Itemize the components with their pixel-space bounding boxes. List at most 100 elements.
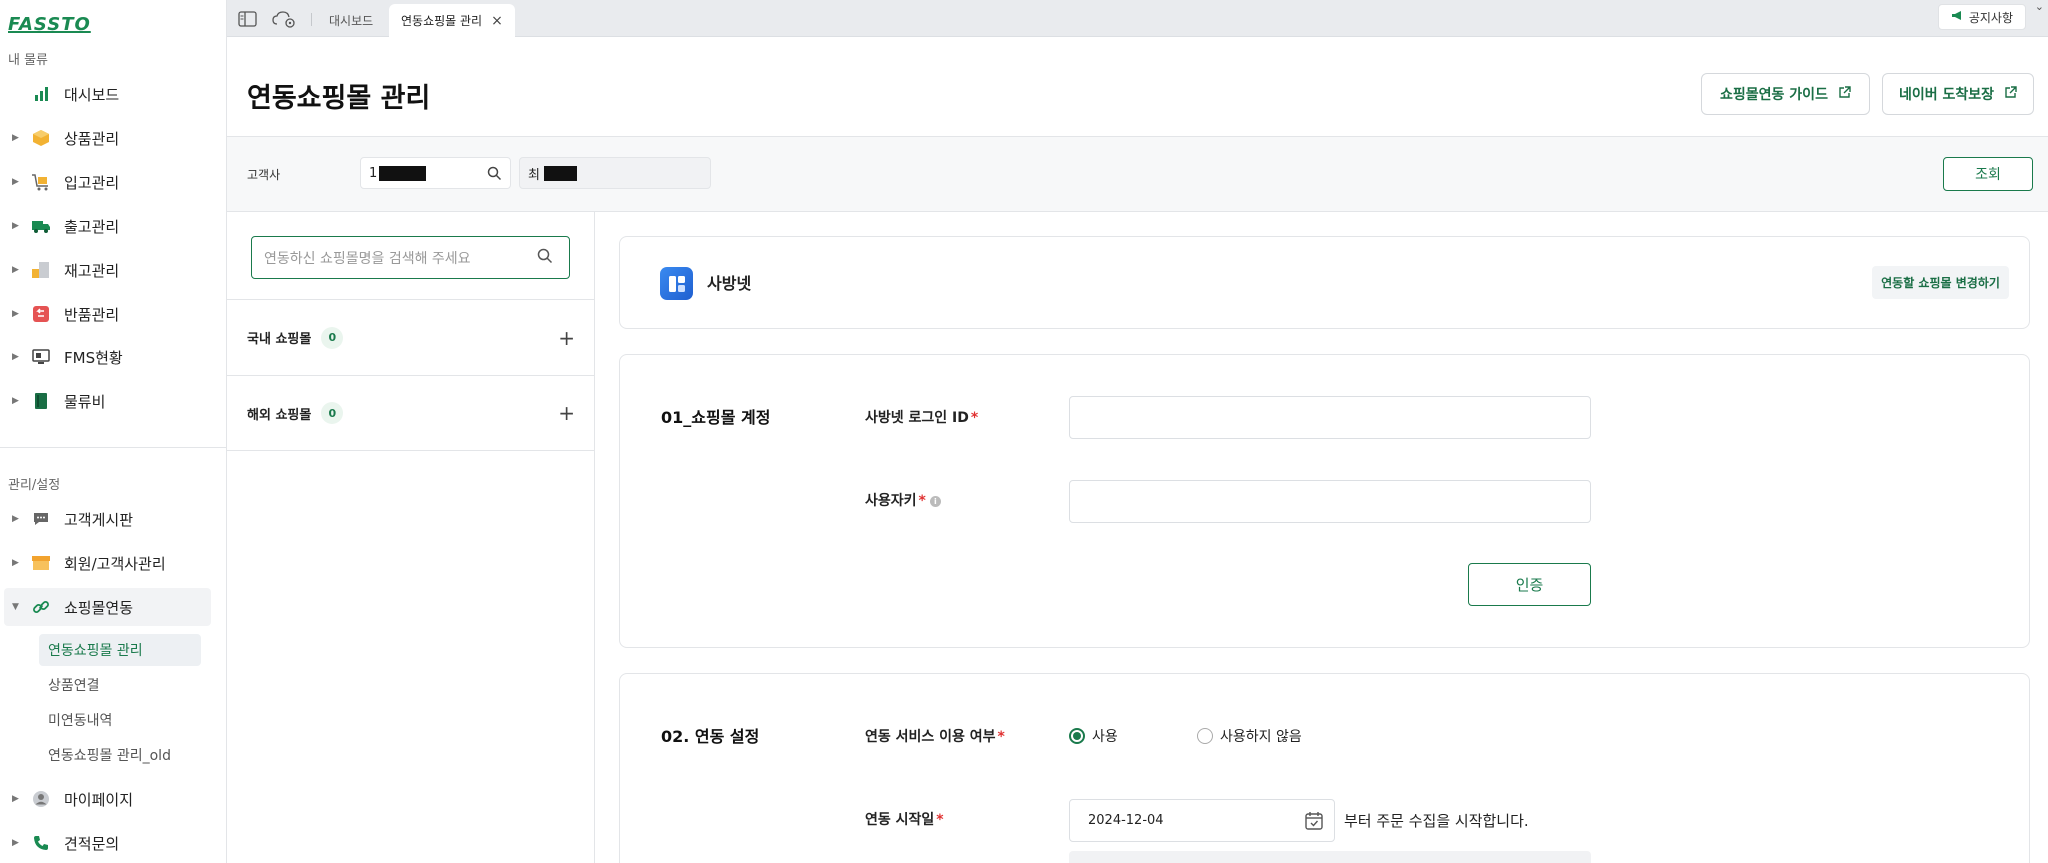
- selected-mall-card: [619, 236, 2030, 329]
- mall-guide-button[interactable]: 쇼핑몰연동 가이드: [1701, 73, 1870, 115]
- sidebar-item-returns[interactable]: ▶ 반품관리: [0, 295, 211, 333]
- caret-down-icon: ▼: [12, 602, 19, 612]
- plus-icon[interactable]: +: [558, 401, 575, 425]
- redacted-block: [543, 165, 577, 181]
- fassto-logo[interactable]: FASSTO: [8, 14, 91, 35]
- sidebar-subitem-mall-manage-old[interactable]: 연동쇼핑몰 관리_old: [48, 739, 171, 771]
- plus-icon[interactable]: +: [558, 326, 575, 350]
- count-badge: 0: [321, 402, 344, 424]
- monitor-icon: [30, 347, 52, 367]
- sidebar-subitem-product-link[interactable]: 상품연결: [48, 669, 100, 701]
- next-field-partial: [1069, 851, 1591, 863]
- login-id-label: 사방넷 로그인 ID *: [865, 410, 979, 426]
- close-icon[interactable]: ×: [491, 13, 503, 29]
- bar-chart-icon: [30, 84, 52, 104]
- info-icon[interactable]: i: [929, 495, 941, 507]
- phone-icon: [30, 833, 52, 853]
- radio-not-use[interactable]: 사용하지 않음: [1197, 726, 1302, 746]
- group-domestic-mall[interactable]: 국내 쇼핑몰 0 +: [227, 299, 595, 375]
- sidebar-item-inbound[interactable]: ▶ 입고관리: [0, 163, 211, 201]
- page-title: 연동쇼핑몰 관리: [247, 83, 431, 114]
- user-key-label: 사용자키 * i: [865, 490, 941, 510]
- required-mark: *: [918, 493, 926, 509]
- sidebar-subitem-mall-manage[interactable]: 연동쇼핑몰 관리: [39, 634, 201, 666]
- naver-guarantee-button[interactable]: 네이버 도착보장: [1882, 73, 2034, 115]
- mall-name: 사방넷: [707, 274, 752, 293]
- notice-button[interactable]: 공지사항: [1937, 4, 2026, 30]
- link-icon: [30, 597, 52, 617]
- caret-right-icon: ▶: [12, 221, 19, 231]
- group-overseas-mall[interactable]: 해외 쇼핑몰 0 +: [227, 375, 595, 451]
- sidebar-item-outbound[interactable]: ▶ 출고관리: [0, 207, 211, 245]
- sidebar-item-mall-link[interactable]: ▼ 쇼핑몰연동: [4, 588, 211, 626]
- caret-right-icon: ▶: [12, 177, 19, 187]
- customer-code-input[interactable]: 1: [360, 157, 511, 189]
- tab-bar: 대시보드 연동쇼핑몰 관리 × 공지사항 ⌄: [227, 0, 2048, 37]
- radio-unchecked-icon: [1197, 728, 1213, 744]
- sidebar-item-dashboard[interactable]: 대시보드: [0, 75, 211, 113]
- sidebar-item-products[interactable]: ▶ 상품관리: [0, 119, 211, 157]
- sidebar-item-logistics-fee[interactable]: ▶ 물류비: [0, 382, 211, 420]
- cart-icon: [30, 172, 52, 192]
- calendar-icon[interactable]: [1304, 811, 1324, 835]
- radio-use[interactable]: 사용: [1069, 726, 1118, 746]
- section-label-my: 내 물류: [8, 53, 49, 68]
- change-mall-button[interactable]: 연동할 쇼핑몰 변경하기: [1872, 266, 2009, 299]
- start-date-label: 연동 시작일 *: [865, 812, 944, 828]
- customer-label: 고객사: [247, 168, 281, 182]
- chat-icon: [30, 509, 52, 529]
- sabangnet-logo: [660, 267, 693, 300]
- authenticate-button[interactable]: 인증: [1468, 563, 1591, 606]
- return-icon: [30, 304, 52, 324]
- query-button[interactable]: 조회: [1943, 157, 2033, 191]
- sidebar-item-members[interactable]: ▶ 회원/고객사관리: [0, 544, 211, 582]
- caret-right-icon: ▶: [12, 794, 19, 804]
- sidebar-item-inventory[interactable]: ▶ 재고관리: [0, 251, 211, 289]
- count-badge: 0: [321, 326, 344, 349]
- megaphone-icon: [1951, 10, 1963, 24]
- required-mark: *: [970, 410, 979, 426]
- tab-mall-manage[interactable]: 연동쇼핑몰 관리 ×: [389, 4, 515, 37]
- user-key-input[interactable]: [1069, 480, 1591, 523]
- sidebar-divider: [0, 447, 227, 448]
- customer-name-field: 최: [519, 157, 711, 189]
- sidebar-item-board[interactable]: ▶ 고객게시판: [0, 500, 211, 538]
- search-icon[interactable]: [487, 166, 502, 185]
- sidebar-item-mypage[interactable]: ▶ 마이페이지: [0, 780, 211, 818]
- mall-search-input[interactable]: 연동하신 쇼핑몰명을 검색해 주세요: [251, 236, 570, 279]
- section-label-admin: 관리/설정: [8, 478, 61, 493]
- caret-right-icon: ▶: [12, 396, 19, 406]
- login-id-input[interactable]: [1069, 396, 1591, 439]
- boxes-icon: [30, 260, 52, 280]
- store-icon: [30, 553, 52, 573]
- caret-right-icon: ▶: [12, 838, 19, 848]
- sidebar-item-fms[interactable]: ▶ FMS현황: [0, 338, 211, 376]
- start-date-input[interactable]: 2024-12-04: [1069, 799, 1335, 842]
- caret-right-icon: ▶: [12, 514, 19, 524]
- caret-right-icon: ▶: [12, 352, 19, 362]
- settings-section-title: 02. 연동 설정: [661, 727, 760, 746]
- search-icon[interactable]: [537, 248, 553, 268]
- account-section-title: 01_쇼핑몰 계정: [661, 408, 771, 427]
- cloud-settings-icon[interactable]: [272, 10, 295, 28]
- start-date-suffix: 부터 주문 수집을 시작합니다.: [1344, 812, 1529, 830]
- truck-icon: [30, 216, 52, 236]
- book-icon: [30, 391, 52, 411]
- required-mark: *: [936, 812, 944, 828]
- chevron-down-icon[interactable]: ⌄: [2035, 0, 2044, 13]
- tab-dashboard[interactable]: 대시보드: [329, 4, 373, 37]
- tab-separator: [311, 13, 312, 26]
- sidebar-item-quote[interactable]: ▶ 견적문의: [0, 824, 211, 862]
- caret-right-icon: ▶: [12, 265, 19, 275]
- sidebar: FASSTO 내 물류 대시보드 ▶ 상품관리 ▶ 입고관리 ▶ 출고관리 ▶: [0, 0, 227, 863]
- external-link-icon: [1838, 85, 1851, 103]
- required-mark: *: [997, 729, 1005, 745]
- caret-right-icon: ▶: [12, 133, 19, 143]
- caret-right-icon: ▶: [12, 309, 19, 319]
- sidebar-toggle-icon[interactable]: [238, 10, 258, 28]
- external-link-icon: [2004, 85, 2017, 103]
- caret-right-icon: ▶: [12, 558, 19, 568]
- sidebar-subitem-unlinked[interactable]: 미연동내역: [48, 704, 112, 736]
- radio-checked-icon: [1069, 728, 1085, 744]
- user-icon: [30, 789, 52, 809]
